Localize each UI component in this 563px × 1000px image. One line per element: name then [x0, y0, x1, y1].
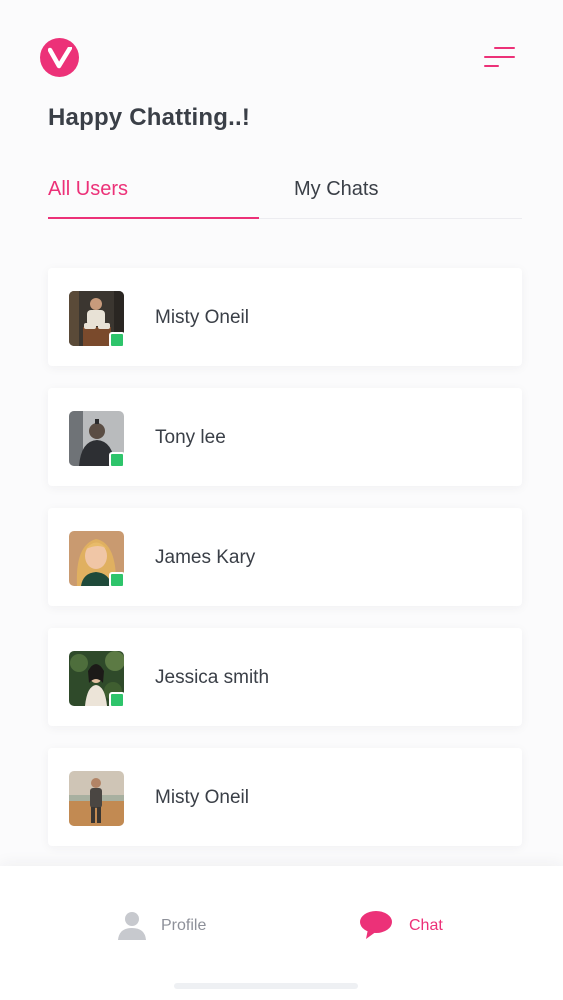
home-indicator[interactable] [174, 983, 358, 989]
nav-profile-label: Profile [161, 917, 207, 934]
nav-chat[interactable]: Chat [358, 910, 468, 944]
user-list-item[interactable]: Misty Oneil [48, 748, 522, 846]
online-status-indicator [109, 332, 125, 348]
checkmark-icon [47, 46, 72, 68]
user-list-item[interactable]: Misty Oneil [48, 268, 522, 366]
online-status-indicator [109, 572, 125, 588]
nav-profile[interactable]: Profile [117, 910, 227, 944]
avatar [69, 771, 124, 826]
user-name: Jessica smith [155, 667, 270, 688]
avatar [69, 291, 125, 348]
app-screen: Happy Chatting..! All Users My Chats Mis… [0, 0, 563, 1000]
chat-bubble-icon [360, 911, 392, 939]
tab-all-users[interactable]: All Users [48, 178, 128, 201]
bottom-navigation: Profile Chat [0, 866, 563, 1000]
nav-chat-label: Chat [409, 917, 443, 934]
avatar [69, 531, 125, 588]
tab-bar: All Users My Chats [48, 170, 522, 219]
user-name: Misty Oneil [155, 787, 249, 808]
person-icon [118, 912, 146, 940]
user-name: Tony lee [155, 427, 226, 448]
user-list-item[interactable]: Tony lee [48, 388, 522, 486]
menu-line [494, 47, 515, 49]
avatar [69, 411, 125, 468]
hamburger-menu-icon[interactable] [482, 44, 518, 70]
active-tab-indicator [48, 217, 259, 219]
avatar [69, 651, 125, 708]
user-list-item[interactable]: Jessica smith [48, 628, 522, 726]
online-status-indicator [109, 452, 125, 468]
page-title: Happy Chatting..! [48, 104, 251, 131]
tab-my-chats[interactable]: My Chats [294, 178, 378, 201]
user-photo [69, 771, 124, 826]
menu-line [484, 65, 499, 67]
user-name: James Kary [155, 547, 256, 568]
online-status-indicator [109, 692, 125, 708]
user-name: Misty Oneil [155, 307, 249, 328]
app-logo[interactable] [40, 38, 79, 77]
menu-line [484, 56, 515, 58]
user-list-item[interactable]: James Kary [48, 508, 522, 606]
